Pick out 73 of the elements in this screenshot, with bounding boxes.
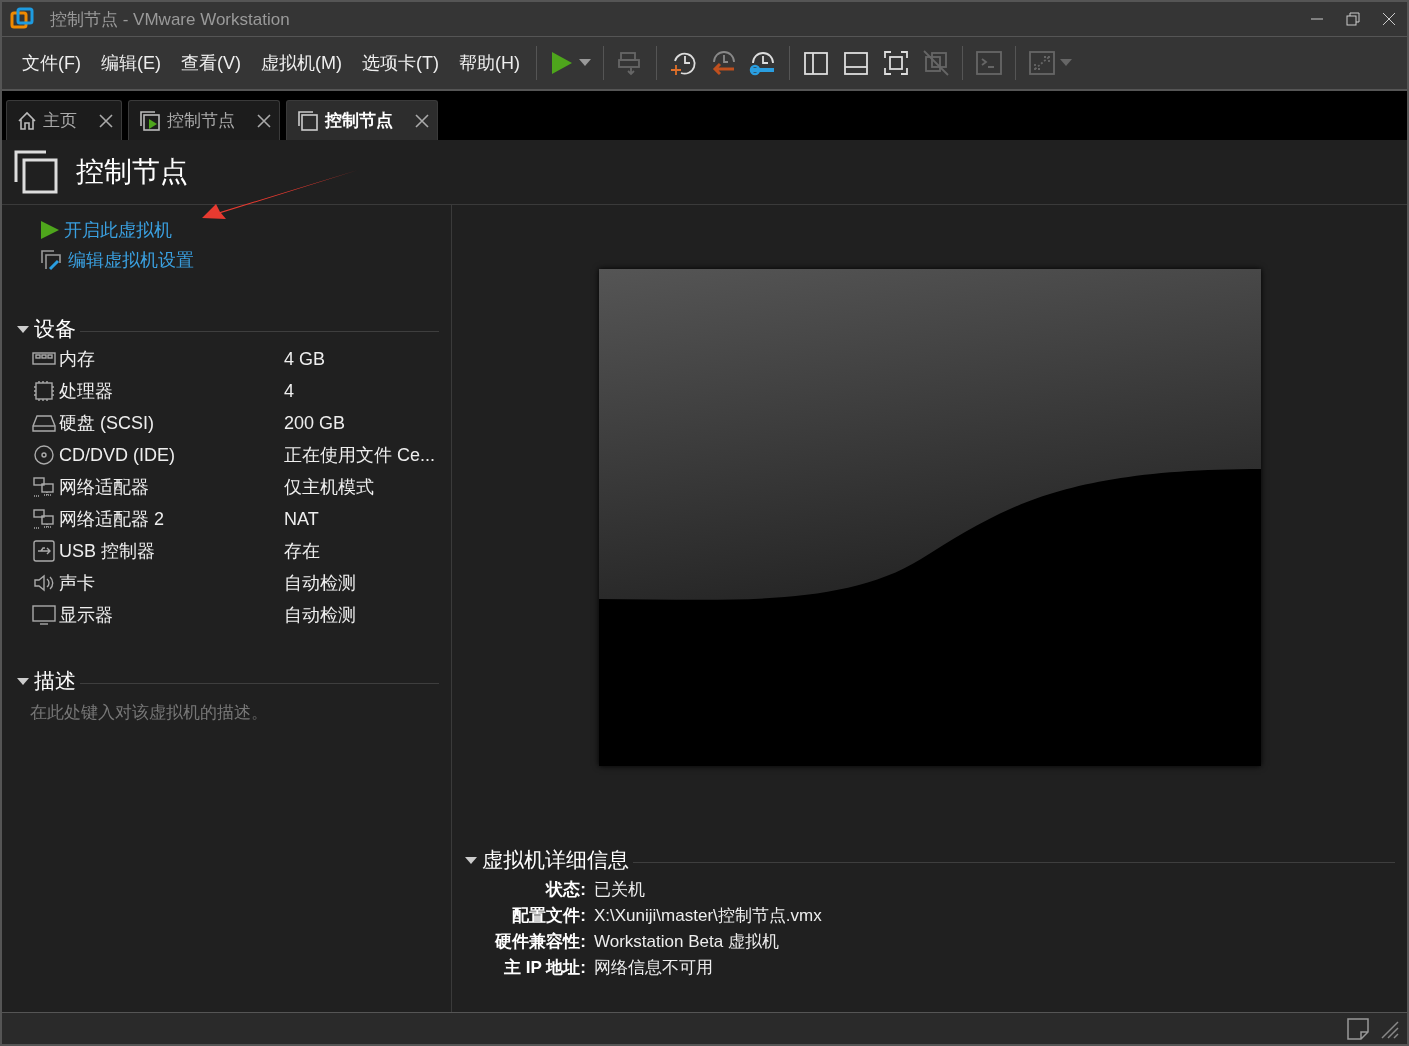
device-value: 仅主机模式 bbox=[284, 476, 375, 499]
vm-play-icon bbox=[139, 109, 161, 132]
menu-item[interactable]: 文件(F) bbox=[12, 45, 91, 81]
section-title: 虚拟机详细信息 bbox=[482, 847, 629, 873]
menu-item[interactable]: 查看(V) bbox=[171, 45, 251, 81]
description-field[interactable]: 在此处键入对该虚拟机的描述。 bbox=[16, 701, 439, 724]
device-name[interactable]: 网络适配器 bbox=[32, 475, 284, 499]
device-name[interactable]: 处理器 bbox=[32, 379, 284, 403]
fullscreen-icon bbox=[881, 49, 910, 77]
device-value: 200 GB bbox=[284, 412, 347, 434]
network-icon bbox=[32, 476, 56, 498]
detail-label: 主 IP 地址: bbox=[503, 957, 586, 979]
disc-icon bbox=[32, 444, 56, 466]
device-name[interactable]: 硬盘 (SCSI) bbox=[32, 411, 284, 435]
detail-label: 状态: bbox=[544, 879, 586, 901]
device-name[interactable]: 显示器 bbox=[32, 603, 284, 627]
detail-value: 已关机 bbox=[594, 879, 646, 901]
device-value: 自动检测 bbox=[284, 572, 357, 595]
section-title: 设备 bbox=[34, 316, 76, 342]
action-link[interactable]: 开启此虚拟机 bbox=[16, 215, 439, 245]
speaker-icon bbox=[32, 572, 56, 594]
tab[interactable]: 主页 bbox=[6, 100, 122, 140]
tab[interactable]: 控制节点 bbox=[128, 100, 280, 140]
chip-icon bbox=[32, 380, 56, 402]
detail-value: 网络信息不可用 bbox=[594, 957, 714, 979]
play-icon bbox=[40, 220, 60, 240]
device-value: 4 bbox=[284, 380, 295, 402]
detail-value: X:\Xuniji\master\控制节点.vmx bbox=[594, 905, 823, 927]
action-link[interactable]: 编辑虚拟机设置 bbox=[16, 245, 439, 275]
detail-label: 配置文件: bbox=[511, 905, 586, 927]
hard-drive-icon bbox=[32, 412, 56, 434]
menu-item[interactable]: 编辑(E) bbox=[91, 45, 171, 81]
menu-item[interactable]: 选项卡(T) bbox=[351, 45, 449, 81]
note-icon[interactable] bbox=[1347, 1017, 1369, 1040]
unity-icon bbox=[921, 49, 950, 77]
device-value: NAT bbox=[284, 508, 320, 530]
sidebar-icon bbox=[801, 49, 830, 77]
resize-grip-icon[interactable] bbox=[1379, 1018, 1399, 1039]
device-value: 存在 bbox=[284, 540, 321, 563]
vm-wrench-icon bbox=[40, 249, 64, 271]
network-icon bbox=[32, 508, 56, 530]
menu-item[interactable]: 虚拟机(M) bbox=[251, 45, 352, 81]
device-name[interactable]: 声卡 bbox=[32, 571, 284, 595]
tab[interactable]: 控制节点 bbox=[286, 100, 438, 140]
detail-label: 硬件兼容性: bbox=[494, 931, 586, 953]
vm-icon bbox=[297, 109, 319, 132]
restore-icon bbox=[1346, 12, 1360, 26]
home-icon bbox=[17, 110, 37, 131]
device-name[interactable]: 网络适配器 2 bbox=[32, 507, 284, 531]
stretch-icon bbox=[1027, 49, 1056, 77]
minimize-icon bbox=[1311, 18, 1323, 20]
device-value: 正在使用文件 Ce... bbox=[284, 444, 436, 467]
usb-icon bbox=[32, 540, 56, 562]
window-title: 控制节点 - VMware Workstation bbox=[50, 8, 291, 31]
close-icon[interactable] bbox=[257, 113, 271, 128]
device-name[interactable]: CD/DVD (IDE) bbox=[32, 444, 284, 466]
vm-icon bbox=[14, 150, 58, 194]
vm-title: 控制节点 bbox=[76, 155, 188, 189]
device-value: 4 GB bbox=[284, 348, 327, 370]
device-name[interactable]: 内存 bbox=[32, 347, 284, 371]
detail-value: Workstation Beta 虚拟机 bbox=[594, 931, 780, 953]
console-icon bbox=[974, 49, 1003, 77]
app-logo-icon bbox=[10, 7, 34, 31]
monitor-icon bbox=[32, 604, 56, 626]
clock-wrench-icon bbox=[748, 49, 777, 77]
close-icon[interactable] bbox=[99, 113, 113, 128]
device-name[interactable]: USB 控制器 bbox=[32, 539, 284, 563]
menu-item[interactable]: 帮助(H) bbox=[448, 45, 530, 81]
section-title: 描述 bbox=[34, 668, 76, 694]
device-value: 自动检测 bbox=[284, 604, 357, 627]
bottom-panel-icon bbox=[841, 49, 870, 77]
close-icon bbox=[1382, 12, 1396, 26]
close-icon[interactable] bbox=[415, 113, 429, 128]
